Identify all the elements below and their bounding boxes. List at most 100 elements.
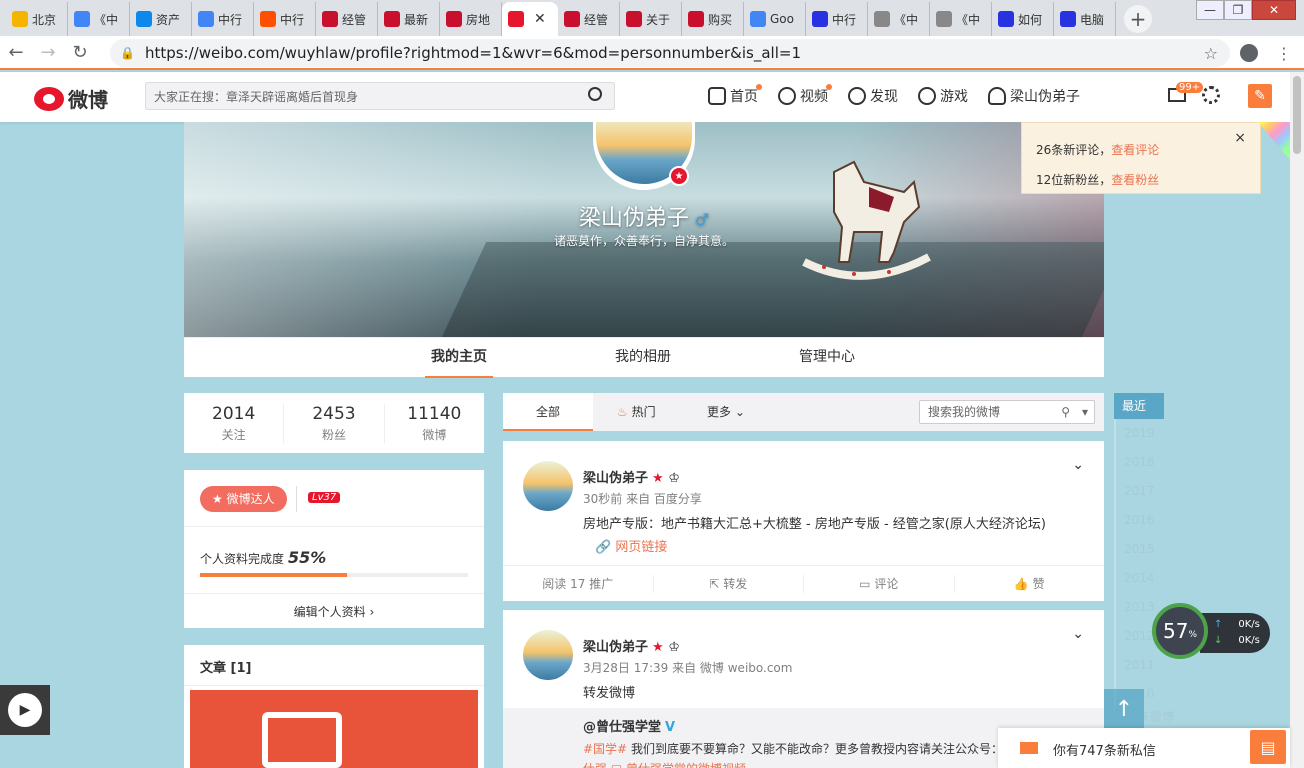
post-time[interactable]: 3月28日 17:39 来自 微博 weibo.com: [583, 659, 792, 676]
compose-button[interactable]: ✎: [1248, 84, 1272, 108]
view-fans-link[interactable]: 查看粉丝: [1111, 173, 1159, 187]
browser-tab[interactable]: ✕: [502, 2, 558, 36]
reload-icon[interactable]: ↻: [64, 42, 96, 63]
e-icon: [322, 11, 338, 27]
forward-arrow-icon[interactable]: →: [32, 42, 64, 63]
new-tab-button[interactable]: +: [1124, 5, 1152, 33]
timeline-year[interactable]: 2018: [1114, 448, 1164, 477]
nav-discover[interactable]: 发现: [848, 86, 898, 106]
article-cover-image[interactable]: [190, 690, 478, 768]
feed-tab-all[interactable]: 全部: [503, 393, 593, 431]
timeline-year[interactable]: 2017: [1114, 477, 1164, 506]
logo-text: 微博: [68, 88, 108, 112]
browser-tab[interactable]: 《中: [68, 2, 130, 36]
browser-tab[interactable]: 北京: [6, 2, 68, 36]
nav-video[interactable]: 视频: [778, 84, 832, 106]
weibo-search-input[interactable]: 大家正在搜：章泽天辟谣离婚后首现身: [145, 82, 615, 110]
nav-home[interactable]: 首页: [708, 84, 762, 106]
feed-tab-more[interactable]: 更多 ⌄: [707, 393, 745, 431]
browser-tab[interactable]: 中行: [806, 2, 868, 36]
tab-close-icon[interactable]: ✕: [534, 11, 546, 27]
browser-tab[interactable]: 如何: [992, 2, 1054, 36]
timeline-year[interactable]: 2019: [1114, 419, 1164, 448]
comment-button[interactable]: ▭ 评论: [804, 574, 955, 593]
post-web-link[interactable]: 🔗 网页链接: [595, 536, 667, 555]
video-player-widget[interactable]: ▶: [0, 685, 50, 735]
bookmark-star-icon[interactable]: ☆: [1204, 44, 1218, 63]
network-speed-widget[interactable]: ↑ 0K/s ↓ 0K/s 57%: [1152, 603, 1270, 659]
level-badge[interactable]: Lv37: [308, 492, 341, 503]
chevron-down-icon[interactable]: ⌄: [1072, 626, 1084, 642]
avatar[interactable]: [523, 461, 573, 511]
caret-down-icon[interactable]: ▾: [1082, 401, 1088, 423]
minimize-button[interactable]: —: [1196, 0, 1224, 20]
close-icon[interactable]: ×: [1234, 131, 1246, 145]
tab-my-home[interactable]: 我的主页: [425, 338, 493, 378]
tab-my-album[interactable]: 我的相册: [615, 338, 671, 378]
browser-menu-icon[interactable]: ⋮: [1276, 44, 1292, 63]
gear-icon[interactable]: [1202, 86, 1220, 104]
feed-search-input[interactable]: 搜索我的微博 ⚲ ▾: [919, 400, 1095, 424]
back-to-top-icon[interactable]: ↑: [1104, 689, 1144, 729]
feed-tab-hot[interactable]: ♨ 热门: [617, 393, 656, 431]
account-icon[interactable]: [1240, 44, 1258, 62]
like-button[interactable]: 👍 赞: [955, 575, 1105, 593]
browser-tab[interactable]: 电脑: [1054, 2, 1116, 36]
weibo-logo[interactable]: 微博: [34, 84, 108, 113]
daren-button[interactable]: ★ 微博达人: [200, 486, 287, 512]
timeline-year[interactable]: 2016: [1114, 506, 1164, 535]
repost-author[interactable]: @曾仕强学堂 V: [583, 716, 675, 735]
topic-tag[interactable]: #国学#: [583, 742, 627, 756]
private-message-bar[interactable]: 你有747条新私信 ▤: [998, 728, 1290, 768]
divider: [296, 486, 297, 512]
browser-tab[interactable]: 购买: [682, 2, 744, 36]
browser-tab[interactable]: 最新: [378, 2, 440, 36]
timeline-recent[interactable]: 最近: [1114, 393, 1164, 419]
view-comments-link[interactable]: 查看评论: [1111, 143, 1159, 157]
browser-tab[interactable]: 资产: [130, 2, 192, 36]
scrollbar-thumb[interactable]: [1293, 76, 1301, 154]
e-icon: [384, 11, 400, 27]
browser-tab[interactable]: 经管: [316, 2, 378, 36]
search-icon[interactable]: ⚲: [1061, 401, 1070, 423]
browser-tab-label: 经管: [584, 12, 609, 27]
mail-badge: 99+: [1176, 82, 1204, 93]
post-time[interactable]: 30秒前 来自 百度分享: [583, 490, 702, 507]
e-icon: [446, 11, 462, 27]
browser-tab-label: 《中: [956, 12, 981, 27]
timeline-year[interactable]: 2015: [1114, 535, 1164, 564]
chevron-down-icon[interactable]: ⌄: [1072, 457, 1084, 473]
nav-profile[interactable]: 梁山伪弟子: [988, 86, 1080, 106]
skin-corner-icon[interactable]: [1258, 122, 1290, 160]
browser-tab[interactable]: 关于: [620, 2, 682, 36]
browser-tab[interactable]: 中行: [192, 2, 254, 36]
post-author[interactable]: 梁山伪弟子 ★ ♔: [583, 636, 680, 655]
post-author[interactable]: 梁山伪弟子 ★ ♔: [583, 467, 680, 486]
browser-tab[interactable]: 《中: [930, 2, 992, 36]
search-icon[interactable]: [588, 87, 602, 101]
browser-tab[interactable]: 经管: [558, 2, 620, 36]
stat-fans[interactable]: 2453 粉丝: [284, 403, 385, 443]
chat-icon[interactable]: ▤: [1250, 730, 1286, 764]
browser-tab[interactable]: 房地: [440, 2, 502, 36]
stat-weibo[interactable]: 11140 微博: [385, 404, 484, 443]
article-title[interactable]: 文章 [1]: [200, 657, 251, 676]
browser-tab[interactable]: 中行: [254, 2, 316, 36]
back-arrow-icon[interactable]: ←: [0, 42, 32, 63]
read-promote[interactable]: 阅读 17 推广: [503, 574, 654, 593]
doc-icon: [936, 11, 952, 27]
nav-games[interactable]: 游戏: [918, 86, 968, 106]
maximize-button[interactable]: ❐: [1224, 0, 1252, 20]
url-input[interactable]: 🔒 https://weibo.com/wuyhlaw/profile?righ…: [110, 39, 1230, 67]
edit-profile-link[interactable]: 编辑个人资料 ›: [184, 603, 484, 620]
repost-video-link[interactable]: 仕强 □ 曾仕强学堂的微博视频: [583, 760, 746, 768]
tab-manage-center[interactable]: 管理中心: [799, 338, 855, 378]
timeline-year[interactable]: 2014: [1114, 564, 1164, 593]
stat-follow[interactable]: 2014 关注: [184, 403, 285, 443]
browser-tab[interactable]: 《中: [868, 2, 930, 36]
avatar[interactable]: [523, 630, 573, 680]
browser-tab[interactable]: Goo: [744, 2, 806, 36]
page-scrollbar[interactable]: [1290, 72, 1304, 768]
window-close-button[interactable]: ✕: [1252, 0, 1296, 20]
repost-button[interactable]: ⇱ 转发: [654, 574, 804, 593]
